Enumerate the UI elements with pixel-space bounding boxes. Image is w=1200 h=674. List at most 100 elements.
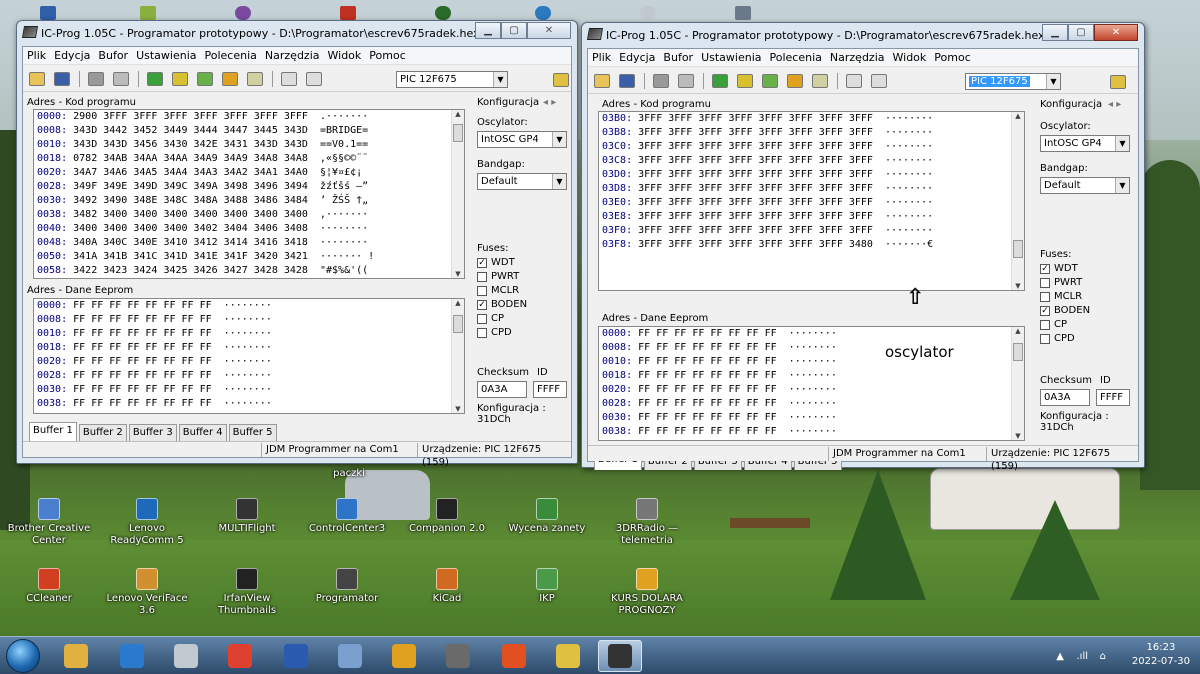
eeprom-row[interactable]: 0030: FF FF FF FF FF FF FF FF ········ [37,383,464,397]
read-icon[interactable] [712,73,728,88]
menu-item[interactable]: Widok [328,49,362,62]
taskbar-explorer-button[interactable] [54,640,98,672]
fuse-checkbox-mclr[interactable]: MCLR [1040,291,1082,302]
menu-item[interactable]: Bufor [663,51,693,64]
tab-buffer-3[interactable]: Buffer 3 [128,424,177,441]
program-icon[interactable] [737,73,753,88]
fuse-checkbox-cpd[interactable]: CPD [1040,333,1075,344]
erase-icon[interactable] [197,71,213,86]
desktop-shortcut[interactable]: Brother Creative Center [0,498,98,547]
device-select[interactable]: PIC 12F675 ▼ [396,71,508,88]
verify-icon[interactable] [222,71,238,86]
fuse-checkbox-cp[interactable]: CP [477,313,504,324]
fuse-checkbox-pwrt[interactable]: PWRT [1040,277,1082,288]
taskbar-bars-app-button[interactable] [382,640,426,672]
desktop-shortcut[interactable]: Lenovo VeriFace 3.6 [98,568,196,617]
tray-show-hidden-icon[interactable]: ▲ [1056,651,1064,662]
desktop-shortcut[interactable]: Wycena zanety [498,498,596,535]
network-signal-icon[interactable]: .ıll [1076,651,1088,662]
code-row[interactable]: 03B0: 3FFF 3FFF 3FFF 3FFF 3FFF 3FFF 3FFF… [602,112,1024,126]
desktop-icon-b[interactable] [140,6,156,20]
eeprom-row[interactable]: 0000: FF FF FF FF FF FF FF FF ········ [37,299,464,313]
fuse-checkbox-cpd[interactable]: CPD [477,327,512,338]
taskbar-media-player-button[interactable] [110,640,154,672]
clock[interactable]: 16:23 2022-07-30 [1132,641,1190,669]
taskbar-paint-button[interactable] [328,640,372,672]
menu-item[interactable]: Ustawienia [701,51,761,64]
chip-icon[interactable] [653,73,669,88]
fuse-checkbox-pwrt[interactable]: PWRT [477,271,519,282]
code-row[interactable]: 0058: 3422 3423 3424 3425 3426 3427 3428… [37,264,464,278]
code-row[interactable]: 0048: 340A 340C 340E 3410 3412 3414 3416… [37,236,464,250]
desktop-icon-e[interactable] [435,6,451,20]
save-icon[interactable] [619,73,635,88]
fuse-checkbox-boden[interactable]: ✓ BODEN [477,299,527,310]
code-row[interactable]: 03F8: 3FFF 3FFF 3FFF 3FFF 3FFF 3FFF 3FFF… [602,238,1024,252]
config-nav-arrows[interactable]: ◂ ▸ [1108,99,1121,110]
blank-check-icon[interactable] [247,71,263,86]
menu-item[interactable]: Plik [592,51,611,64]
close-button[interactable]: ✕ [527,22,571,39]
device-select[interactable]: PIC 12F675 ▼ [965,73,1061,90]
id-field[interactable]: FFFF [1096,389,1130,406]
code-row[interactable]: 03E8: 3FFF 3FFF 3FFF 3FFF 3FFF 3FFF 3FFF… [602,210,1024,224]
menu-item[interactable]: Bufor [98,49,128,62]
code-row[interactable]: 03D0: 3FFF 3FFF 3FFF 3FFF 3FFF 3FFF 3FFF… [602,168,1024,182]
desktop-icon-a[interactable] [40,6,56,20]
open-file-icon[interactable] [594,73,610,88]
desktop-icon-d[interactable] [340,6,356,20]
buffer-icon[interactable] [281,71,297,86]
code-pane[interactable]: 0000: 2900 3FFF 3FFF 3FFF 3FFF 3FFF 3FFF… [33,109,465,279]
code-row[interactable]: 0050: 341A 341B 341C 341D 341E 341F 3420… [37,250,464,264]
config-nav-arrows[interactable]: ◂ ▸ [543,97,556,108]
menu-item[interactable]: Polecenia [205,49,257,62]
icprog-window-right[interactable]: IC-Prog 1.05C - Programator prototypowy … [581,22,1145,472]
icprog-window-left[interactable]: IC-Prog 1.05C - Programator prototypowy … [16,20,578,468]
eeprom-row[interactable]: 0028: FF FF FF FF FF FF FF FF ········ [37,369,464,383]
desktop-shortcut[interactable]: KURS DOLARA PROGNOZY [598,568,696,617]
code-row[interactable]: 0008: 343D 3442 3452 3449 3444 3447 3445… [37,124,464,138]
tab-buffer-1[interactable]: Buffer 1 [29,422,77,441]
tab-buffer-5[interactable]: Buffer 5 [228,424,277,441]
eeprom-row[interactable]: 0020: FF FF FF FF FF FF FF FF ········ [37,355,464,369]
eeprom-pane[interactable]: 0000: FF FF FF FF FF FF FF FF ········ 00… [598,326,1025,441]
desktop-icon-g[interactable] [640,6,656,20]
tab-buffer-2[interactable]: Buffer 2 [78,424,127,441]
desktop-shortcut[interactable]: ControlCenter3 [298,498,396,535]
verify-icon[interactable] [787,73,803,88]
help-icon[interactable] [1110,75,1126,89]
desktop-shortcut[interactable]: Companion 2.0 [398,498,496,535]
code-row[interactable]: 0030: 3492 3490 348E 348C 348A 3488 3486… [37,194,464,208]
minimize-button[interactable]: ▁ [475,22,501,39]
chip-icon[interactable] [88,71,104,86]
code-row[interactable]: 0038: 3482 3400 3400 3400 3400 3400 3400… [37,208,464,222]
buffer2-icon[interactable] [871,73,887,88]
menu-item[interactable]: Polecenia [770,51,822,64]
fuse-checkbox-boden[interactable]: ✓ BODEN [1040,305,1090,316]
code-pane[interactable]: 03B0: 3FFF 3FFF 3FFF 3FFF 3FFF 3FFF 3FFF… [598,111,1025,291]
taskbar-save-disk-button[interactable] [274,640,318,672]
eeprom-row[interactable]: 0020: FF FF FF FF FF FF FF FF ········ [602,383,1024,397]
program-icon[interactable] [172,71,188,86]
eeprom-row[interactable]: 0038: FF FF FF FF FF FF FF FF ········ [602,425,1024,439]
code-scrollbar[interactable]: ▲ ▼ [1011,112,1024,290]
menu-item[interactable]: Plik [27,49,46,62]
code-row[interactable]: 03B8: 3FFF 3FFF 3FFF 3FFF 3FFF 3FFF 3FFF… [602,126,1024,140]
eeprom-row[interactable]: 0038: FF FF FF FF FF FF FF FF ········ [37,397,464,411]
desktop-shortcut[interactable]: 3DRRadio — telemetria [598,498,696,547]
eeprom-pane[interactable]: 0000: FF FF FF FF FF FF FF FF ········ 00… [33,298,465,414]
taskbar-sdr-button[interactable] [436,640,480,672]
buffer-icon[interactable] [846,73,862,88]
code-row[interactable]: 03E0: 3FFF 3FFF 3FFF 3FFF 3FFF 3FFF 3FFF… [602,196,1024,210]
menu-item[interactable]: Edycja [54,49,90,62]
desktop-shortcut[interactable]: Lenovo ReadyComm 5 [98,498,196,547]
desktop-shortcut[interactable]: CCleaner [0,568,98,605]
code-row[interactable]: 03F0: 3FFF 3FFF 3FFF 3FFF 3FFF 3FFF 3FFF… [602,224,1024,238]
config-icon[interactable] [113,71,129,86]
code-row[interactable]: 03C0: 3FFF 3FFF 3FFF 3FFF 3FFF 3FFF 3FFF… [602,140,1024,154]
close-button[interactable]: ✕ [1094,24,1138,41]
save-icon[interactable] [54,71,70,86]
desktop-shortcut[interactable]: Programator [298,568,396,605]
menu-item[interactable]: Narzędzia [265,49,320,62]
code-row[interactable]: 0028: 349F 349E 349D 349C 349A 3498 3496… [37,180,464,194]
